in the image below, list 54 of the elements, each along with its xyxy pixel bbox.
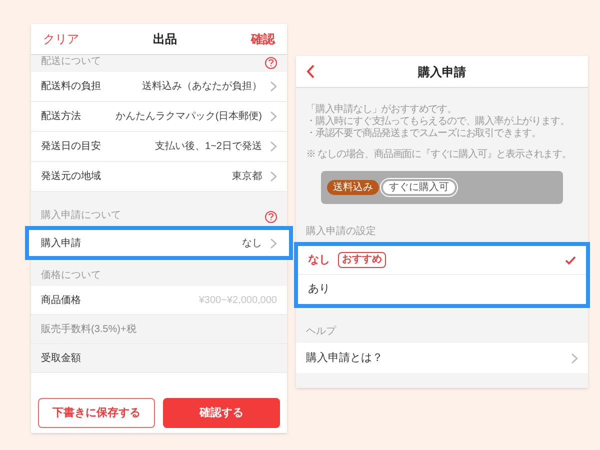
list-row[interactable]: 購入申請とは？	[296, 343, 588, 373]
section-header: 配送について	[41, 55, 101, 69]
chevron-icon	[270, 171, 277, 182]
shipping-tag: 送料込み	[327, 180, 379, 195]
row-label: 購入申請	[41, 236, 81, 250]
row-label: 商品価格	[41, 294, 81, 308]
instant-buy-tag: すぐに購入可	[381, 179, 457, 196]
chevron-icon	[571, 352, 578, 364]
list-row[interactable]: 商品価格 ¥300~¥2,000,000	[31, 286, 287, 315]
option-row[interactable]: なし おすすめ	[298, 246, 586, 275]
list-row[interactable]: 配送料の負担 送料込み（あなたが負担）	[31, 72, 287, 102]
clear-button[interactable]: クリア	[43, 30, 79, 48]
confirm-link[interactable]: 確認	[251, 30, 275, 48]
chevron-icon	[270, 141, 277, 152]
row-label: 販売手数料(3.5%)+税	[41, 322, 136, 336]
list-row[interactable]: 発送日の目安 支払い後、1~2日で発送	[31, 132, 287, 162]
row-label: 発送元の地域	[41, 170, 101, 184]
info-text: ・承認不要で商品発送までスムーズにお取引できます。	[306, 128, 542, 140]
row-label: 配送方法	[41, 110, 81, 124]
back-button[interactable]	[306, 64, 315, 79]
row-label: 受取金額	[41, 352, 81, 366]
option-row[interactable]: あり	[298, 275, 586, 304]
option-label: なし	[308, 252, 330, 268]
list-row[interactable]: 配送方法 かんたんラクマパック(日本郵便)	[31, 102, 287, 132]
list-row[interactable]: 発送元の地域 東京都	[31, 162, 287, 192]
section-header: 価格について	[41, 268, 101, 283]
info-text: ・購入時にすぐ支払ってもらえるので、購入率が上がります。	[306, 116, 570, 128]
row-label: 発送日の目安	[41, 140, 101, 154]
section-header: 購入申請について	[41, 208, 121, 223]
row-value: 支払い後、1~2日で発送	[155, 140, 262, 154]
chevron-icon	[270, 81, 277, 92]
row-value: なし	[242, 236, 262, 250]
chevron-icon	[270, 238, 277, 248]
info-text: 「購入申請なし」がおすすめです。	[306, 104, 458, 116]
recommended-badge: おすすめ	[338, 252, 386, 268]
section-header: ヘルプ	[305, 324, 338, 339]
screen-title: 購入申請	[418, 64, 466, 80]
list-row[interactable]: 購入申請 なし	[25, 226, 293, 260]
check-icon	[565, 256, 576, 264]
note-text: ※ なしの場合、商品画面に『すぐに購入可』と表示されます。	[306, 149, 572, 161]
row-label: 購入申請とは？	[306, 350, 383, 366]
save-draft-button[interactable]: 下書きに保存する	[38, 398, 155, 428]
help-icon[interactable]	[265, 211, 277, 223]
chevron-icon	[270, 111, 277, 122]
section-header: 購入申請の設定	[305, 224, 377, 239]
price-field[interactable]: ¥300~¥2,000,000	[147, 292, 277, 308]
option-label: あり	[308, 282, 330, 298]
row-label: 配送料の負担	[41, 80, 101, 94]
row-value: かんたんラクマパック(日本郵便)	[115, 110, 262, 124]
help-icon[interactable]	[265, 57, 277, 69]
row-value: 東京都	[232, 170, 262, 184]
screen-title: 出品	[153, 31, 177, 48]
confirm-button[interactable]: 確認する	[163, 398, 280, 428]
row-value: 送料込み（あなたが負担）	[142, 80, 262, 94]
